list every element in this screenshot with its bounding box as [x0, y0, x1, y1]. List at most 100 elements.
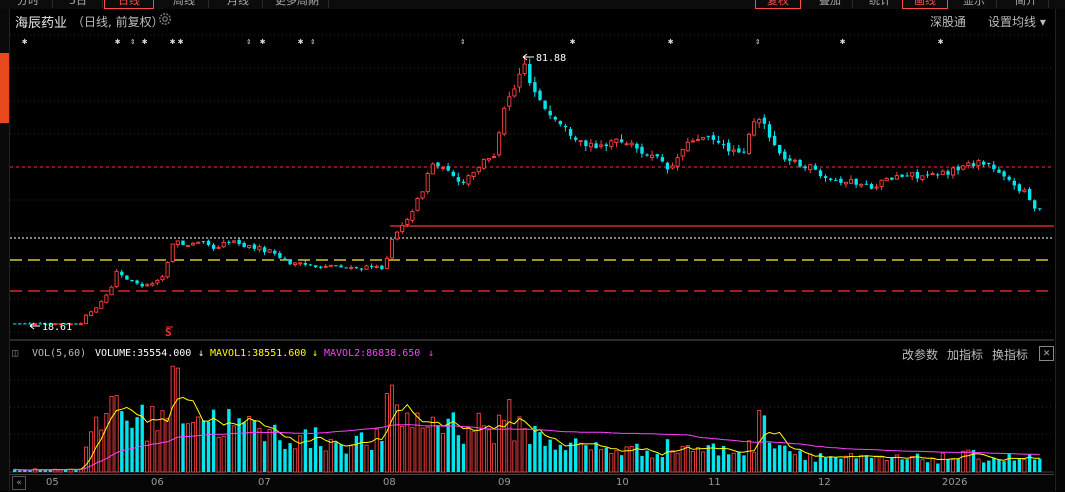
- volume-bar-down[interactable]: [242, 422, 246, 472]
- candle-body-up[interactable]: [517, 73, 522, 88]
- volume-bar-down[interactable]: [227, 409, 231, 472]
- candle-body-up[interactable]: [257, 246, 262, 251]
- candle-body-down[interactable]: [992, 164, 996, 170]
- volume-bar-up[interactable]: [578, 442, 583, 473]
- event-marker-icon[interactable]: ✱: [298, 37, 304, 47]
- volume-bar-up[interactable]: [966, 449, 971, 473]
- volume-bar-down[interactable]: [568, 442, 573, 472]
- candle-body-down[interactable]: [788, 158, 792, 161]
- volume-bar-down[interactable]: [890, 457, 894, 472]
- volume-bar-down[interactable]: [772, 448, 777, 472]
- volume-bar-up[interactable]: [481, 425, 486, 473]
- volume-bar-down[interactable]: [370, 449, 374, 472]
- candle-body-down[interactable]: [262, 247, 267, 253]
- volume-bar-down[interactable]: [558, 444, 563, 472]
- candle-body-down[interactable]: [818, 170, 823, 177]
- volume-bar-down[interactable]: [456, 435, 461, 472]
- volume-bar-down[interactable]: [303, 429, 308, 472]
- volume-bar-down[interactable]: [971, 450, 976, 472]
- candle-body-up[interactable]: [792, 159, 797, 162]
- volume-bar-up[interactable]: [808, 453, 813, 473]
- candle-body-down[interactable]: [359, 268, 364, 270]
- volume-bar-up[interactable]: [1022, 458, 1027, 473]
- candle-body-down[interactable]: [461, 181, 466, 184]
- volume-bar-down[interactable]: [28, 470, 32, 472]
- candle-body-down[interactable]: [140, 283, 144, 287]
- volume-bar-up[interactable]: [614, 450, 619, 473]
- candle-body-down[interactable]: [778, 144, 782, 154]
- volume-bar-down[interactable]: [344, 453, 348, 472]
- volume-bar-up[interactable]: [175, 367, 180, 473]
- candle-body-down[interactable]: [839, 178, 843, 183]
- volume-bar-down[interactable]: [237, 418, 241, 472]
- volume-bar-up[interactable]: [731, 452, 736, 473]
- volume-bar-up[interactable]: [395, 404, 400, 473]
- candle-body-up[interactable]: [966, 162, 971, 166]
- volume-bar-up[interactable]: [94, 416, 99, 473]
- candle-body-down[interactable]: [665, 162, 670, 170]
- volume-bar-down[interactable]: [354, 435, 359, 472]
- volume-bar-up[interactable]: [104, 413, 109, 473]
- candle-body-down[interactable]: [319, 266, 323, 268]
- candle-body-up[interactable]: [910, 172, 915, 177]
- candle-body-up[interactable]: [247, 244, 252, 248]
- candle-body-down[interactable]: [28, 323, 32, 325]
- volume-bar-up[interactable]: [170, 365, 175, 473]
- volume-bar-up[interactable]: [502, 419, 507, 473]
- volume-bar-down[interactable]: [854, 458, 858, 472]
- volume-bar-down[interactable]: [574, 438, 578, 472]
- kline-chart[interactable]: 81.8818.61 S✱ ✱ ⇕ ✱ ✱ ✱ ⇕ ✱ ✱ ⇕ ⇕ ✱ ✱ ⇕ ✱ ✱: [0, 0, 1065, 491]
- candle-body-down[interactable]: [823, 176, 828, 179]
- volume-bar-down[interactable]: [640, 455, 644, 472]
- volume-bar-up[interactable]: [221, 435, 226, 473]
- candle-body-up[interactable]: [879, 179, 884, 187]
- candle-body-down[interactable]: [283, 258, 287, 261]
- candle-body-up[interactable]: [588, 142, 593, 148]
- candle-body-down[interactable]: [727, 142, 731, 152]
- candle-body-down[interactable]: [456, 177, 461, 182]
- left-strip-accent[interactable]: [0, 53, 9, 123]
- candle-body-up[interactable]: [808, 164, 813, 171]
- volume-bar-up[interactable]: [675, 452, 680, 473]
- volume-bar-down[interactable]: [788, 451, 792, 472]
- candle-body-up[interactable]: [695, 139, 701, 141]
- candle-body-up[interactable]: [675, 157, 680, 167]
- volume-bar-down[interactable]: [120, 411, 124, 472]
- volume-bar-down[interactable]: [604, 447, 608, 472]
- volume-bar-down[interactable]: [727, 454, 731, 472]
- candle-body-down[interactable]: [125, 275, 129, 280]
- volume-bar-down[interactable]: [543, 445, 547, 472]
- volume-bar-up[interactable]: [670, 450, 675, 473]
- volume-bar-down[interactable]: [1033, 459, 1037, 472]
- candle-body-up[interactable]: [507, 96, 512, 107]
- candle-body-up[interactable]: [680, 149, 685, 157]
- candle-body-down[interactable]: [553, 116, 557, 120]
- volume-bar-down[interactable]: [288, 443, 292, 472]
- volume-bar-up[interactable]: [609, 453, 614, 473]
- volume-bar-up[interactable]: [89, 431, 94, 473]
- volume-bar-down[interactable]: [135, 417, 139, 472]
- volume-bar-up[interactable]: [247, 416, 252, 473]
- volume-bar-up[interactable]: [685, 445, 690, 473]
- candle-body-up[interactable]: [609, 140, 614, 147]
- candle-body-up[interactable]: [481, 158, 486, 169]
- volume-bar-up[interactable]: [420, 427, 425, 473]
- candle-body-down[interactable]: [936, 174, 940, 176]
- event-marker-icon[interactable]: ✱: [938, 37, 944, 47]
- candle-body-up[interactable]: [440, 167, 446, 169]
- tool-tab[interactable]: 画线: [902, 0, 948, 9]
- candle-body-up[interactable]: [476, 166, 481, 173]
- candle-body-down[interactable]: [915, 171, 920, 179]
- candle-body-up[interactable]: [471, 171, 476, 177]
- event-marker-icon[interactable]: ⇕: [460, 37, 465, 47]
- volume-bar-down[interactable]: [553, 449, 557, 472]
- volume-bar-up[interactable]: [629, 445, 634, 473]
- volume-bar-up[interactable]: [976, 458, 981, 473]
- volume-bar-up[interactable]: [680, 445, 685, 473]
- candle-body-up[interactable]: [293, 262, 298, 265]
- candle-body-down[interactable]: [64, 323, 68, 325]
- volume-bar-up[interactable]: [940, 452, 945, 473]
- candle-body-up[interactable]: [114, 270, 119, 288]
- candle-body-down[interactable]: [645, 154, 649, 156]
- candle-body-up[interactable]: [1022, 189, 1027, 193]
